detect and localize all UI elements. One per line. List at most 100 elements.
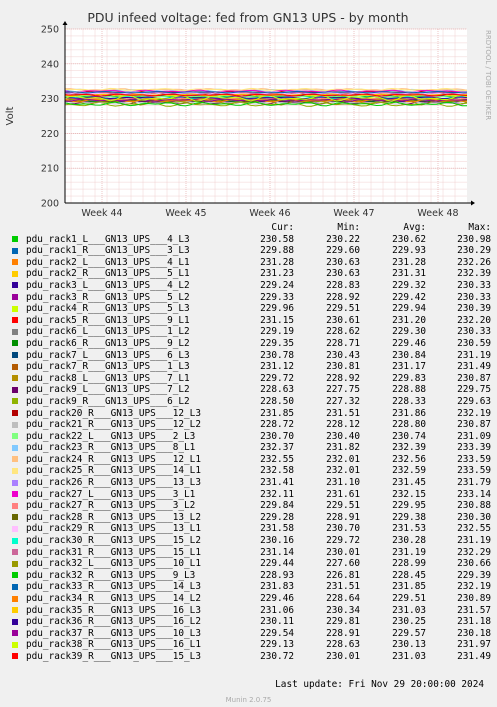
value-cur: 231.23 xyxy=(260,268,294,280)
legend-row: pdu_rack9_R___GN13_UPS___6_L2 228.50 227.3… xyxy=(12,396,492,408)
value-avg: 232.39 xyxy=(392,442,426,454)
series-name: pdu_rack30_R___GN13_UPS___15_L2 xyxy=(26,535,201,547)
value-avg: 230.74 xyxy=(392,430,426,442)
y-tick-label: 220 xyxy=(41,129,59,140)
legend-row: pdu_rack7_R___GN13_UPS___1_L3 231.12 230.8… xyxy=(12,361,492,373)
value-max: 230.88 xyxy=(457,500,491,512)
legend-row: pdu_rack35_R___GN13_UPS___16_L3 231.06 230… xyxy=(12,605,492,617)
legend-swatch xyxy=(12,363,18,370)
series-name: pdu_rack35_R___GN13_UPS___16_L3 xyxy=(26,604,201,616)
series-name: pdu_rack2_L___GN13_UPS___4_L1 xyxy=(26,256,190,268)
legend-swatch xyxy=(12,444,18,451)
legend-row: pdu_rack1_L___GN13_UPS___4_L3 230.58 230.2… xyxy=(12,234,492,246)
legend-row: pdu_rack27_R___GN13_UPS___3_L2 229.84 229.… xyxy=(12,500,492,512)
value-max: 232.19 xyxy=(457,407,491,419)
value-max: 231.79 xyxy=(457,477,491,489)
value-avg: 228.80 xyxy=(392,419,426,431)
series-name: pdu_rack1_R___GN13_UPS___3_L3 xyxy=(26,245,190,257)
value-avg: 229.42 xyxy=(392,291,426,303)
value-cur: 231.41 xyxy=(260,477,294,489)
x-tick-label: Week 46 xyxy=(249,208,290,219)
value-cur: 231.58 xyxy=(260,523,294,535)
value-max: 233.14 xyxy=(457,488,491,500)
value-max: 232.39 xyxy=(457,268,491,280)
value-avg: 230.28 xyxy=(392,535,426,547)
value-min: 227.75 xyxy=(326,384,360,396)
series-name: pdu_rack8_L___GN13_UPS___7_L1 xyxy=(26,372,190,384)
value-cur: 230.58 xyxy=(260,233,294,245)
legend-row: pdu_rack26_R___GN13_UPS___13_L3 231.41 231… xyxy=(12,477,492,489)
legend: Cur: Min: Avg: Max: pdu_rack1_L___GN13_U… xyxy=(12,222,492,663)
value-avg: 229.32 xyxy=(392,279,426,291)
value-avg: 229.46 xyxy=(392,337,426,349)
value-min: 228.91 xyxy=(326,511,360,523)
legend-row: pdu_rack37_R___GN13_UPS___10_L3 229.54 228… xyxy=(12,628,492,640)
value-min: 228.64 xyxy=(326,593,360,604)
value-min: 229.81 xyxy=(326,616,360,628)
legend-row: pdu_rack28_R___GN13_UPS___13_L2 229.28 228… xyxy=(12,512,492,524)
value-avg: 231.19 xyxy=(392,546,426,558)
chart-plot: PDU infeed voltage: fed from GN13 UPS - … xyxy=(5,10,492,219)
value-min: 231.82 xyxy=(326,442,360,454)
value-cur: 229.54 xyxy=(260,627,294,639)
value-max: 230.39 xyxy=(457,303,491,315)
value-cur: 230.11 xyxy=(260,616,294,628)
y-tick-label: 200 xyxy=(41,199,59,210)
value-max: 229.75 xyxy=(457,384,491,396)
x-tick-label: Week 44 xyxy=(81,208,122,219)
value-cur: 229.96 xyxy=(260,303,294,315)
value-min: 227.32 xyxy=(326,395,360,407)
value-max: 230.87 xyxy=(457,419,491,431)
series-name: pdu_rack26_R___GN13_UPS___13_L3 xyxy=(26,477,201,489)
last-update: Last update: Fri Nov 29 20:00:00 2024 xyxy=(275,679,484,690)
series-name: pdu_rack9_R___GN13_UPS___6_L2 xyxy=(26,395,190,407)
header-cur: Cur: xyxy=(271,222,294,233)
legend-swatch xyxy=(12,525,18,532)
legend-swatch xyxy=(12,572,18,579)
legend-row: pdu_rack36_R___GN13_UPS___16_L2 230.11 229… xyxy=(12,616,492,628)
series-name: pdu_rack36_R___GN13_UPS___16_L2 xyxy=(26,616,201,628)
value-avg: 231.03 xyxy=(392,650,426,662)
value-cur: 231.06 xyxy=(260,604,294,616)
value-cur: 229.88 xyxy=(260,245,294,257)
value-avg: 231.03 xyxy=(392,604,426,616)
value-min: 229.60 xyxy=(326,245,360,257)
legend-swatch xyxy=(12,375,18,382)
legend-swatch xyxy=(12,491,18,498)
value-cur: 229.28 xyxy=(260,511,294,523)
series-name: pdu_rack38_R___GN13_UPS___16_L1 xyxy=(26,639,201,651)
series-name: pdu_rack29_R___GN13_UPS___13_L1 xyxy=(26,523,201,535)
legend-swatch xyxy=(12,583,18,590)
legend-swatch xyxy=(12,653,18,660)
legend-swatch xyxy=(12,595,18,602)
legend-swatch xyxy=(12,467,18,474)
legend-swatch xyxy=(12,537,18,544)
x-tick-label: Week 45 xyxy=(165,208,206,219)
legend-swatch xyxy=(12,421,18,428)
legend-swatch xyxy=(12,641,18,648)
value-min: 230.61 xyxy=(326,314,360,326)
value-avg: 229.57 xyxy=(392,627,426,639)
legend-swatch xyxy=(12,433,18,440)
value-max: 231.97 xyxy=(457,639,491,651)
value-cur: 230.70 xyxy=(260,430,294,442)
y-tick-label: 210 xyxy=(41,164,59,175)
value-cur: 228.72 xyxy=(260,419,294,431)
series-name: pdu_rack31_R___GN13_UPS___15_L1 xyxy=(26,546,201,558)
y-axis-label: Volt xyxy=(5,106,16,125)
legend-row: pdu_rack32_R___GN13_UPS___9_L3 228.93 226.… xyxy=(12,570,492,582)
value-avg: 229.30 xyxy=(392,326,426,338)
value-min: 228.71 xyxy=(326,337,360,349)
legend-row: pdu_rack20_R___GN13_UPS___12_L3 231.85 231… xyxy=(12,408,492,420)
value-cur: 228.50 xyxy=(260,395,294,407)
value-avg: 229.93 xyxy=(392,245,426,257)
value-avg: 232.59 xyxy=(392,465,426,477)
value-cur: 228.63 xyxy=(260,384,294,396)
value-cur: 230.16 xyxy=(260,535,294,547)
legend-swatch xyxy=(12,607,18,614)
series-name: pdu_rack7_R___GN13_UPS___1_L3 xyxy=(26,361,190,373)
x-axis-arrow xyxy=(471,200,475,206)
value-max: 230.33 xyxy=(457,291,491,303)
series-name: pdu_rack37_R___GN13_UPS___10_L3 xyxy=(26,627,201,639)
series-name: pdu_rack23_R___GN13_UPS___8_L1 xyxy=(26,442,196,454)
